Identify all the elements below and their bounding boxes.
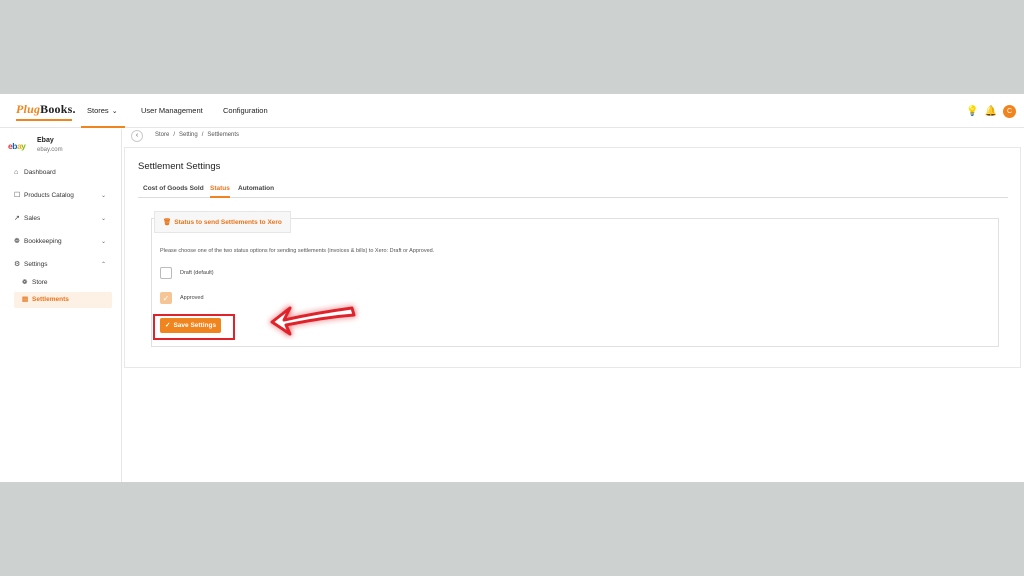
gear-icon: ❁	[22, 279, 28, 286]
section-description: Please choose one of the two status opti…	[160, 248, 435, 254]
sidebar: ebay Ebay ebay.com ⌂ Dashboard ☐ Products …	[0, 129, 122, 482]
store-name: Ebay	[37, 137, 54, 144]
settings-card: Settlement Settings Cost of Goods Sold S…	[124, 147, 1021, 368]
tab-bar: Cost of Goods Sold Status Automation	[138, 182, 1008, 198]
ebay-logo: ebay	[8, 141, 26, 151]
top-navbar: PlugBooks. Stores ⌄ User Management Confi…	[0, 94, 1024, 128]
tab-status[interactable]: Status	[210, 182, 230, 198]
breadcrumb: Store / Setting / Settlements	[155, 132, 240, 138]
sidebar-item-sales[interactable]: ↗ Sales ⌄	[14, 212, 112, 226]
breadcrumb-store[interactable]: Store	[155, 132, 169, 138]
sidebar-item-dashboard[interactable]: ⌂ Dashboard	[14, 166, 112, 180]
sidebar-subitem-settlements[interactable]: ▤ Settlements	[14, 292, 112, 308]
tab-cost-of-goods-sold[interactable]: Cost of Goods Sold	[143, 182, 204, 198]
highlight-box	[153, 314, 235, 340]
nav-stores[interactable]: Stores ⌄	[81, 94, 125, 128]
draft-checkbox[interactable]	[160, 267, 172, 279]
back-button[interactable]: ‹	[131, 130, 143, 142]
section-title: 🗑 Status to send Settlements to Xero	[154, 211, 291, 233]
chevron-down-icon: ⌄	[100, 239, 106, 245]
pointer-arrow-icon	[270, 306, 356, 336]
calendar-icon: 🗑	[163, 219, 172, 226]
box-icon: ☐	[14, 192, 21, 199]
store-header: ebay Ebay ebay.com	[8, 137, 118, 157]
approved-label: Approved	[180, 295, 204, 301]
settings-icon: ⚙	[14, 261, 21, 268]
page-title: Settlement Settings	[138, 161, 221, 172]
app-window: PlugBooks. Stores ⌄ User Management Confi…	[0, 94, 1024, 482]
breadcrumb-setting[interactable]: Setting	[179, 132, 198, 138]
gear-cog-icon: ❁	[14, 238, 20, 245]
chevron-down-icon: ⌄	[111, 108, 118, 115]
check-icon: ✓	[162, 294, 170, 303]
nav-user-management[interactable]: User Management	[141, 94, 203, 128]
chevron-left-icon: ‹	[135, 132, 139, 139]
draft-label: Draft (default)	[180, 270, 214, 276]
nav-configuration[interactable]: Configuration	[223, 94, 268, 128]
sidebar-item-products-catalog[interactable]: ☐ Products Catalog ⌄	[14, 189, 112, 203]
chevron-up-icon: ⌃	[100, 262, 106, 268]
bell-icon[interactable]: 🔔	[985, 106, 997, 117]
chart-icon: ↗	[14, 215, 20, 222]
chevron-down-icon: ⌄	[100, 193, 106, 199]
store-domain: ebay.com	[37, 147, 63, 153]
user-avatar[interactable]: C	[1003, 104, 1016, 118]
lightbulb-icon[interactable]: 💡	[966, 106, 978, 117]
plugbooks-logo[interactable]: PlugBooks.	[16, 102, 76, 121]
tab-automation[interactable]: Automation	[238, 182, 274, 198]
sidebar-subitem-store[interactable]: ❁ Store	[20, 275, 112, 291]
breadcrumb-settlements: Settlements	[207, 132, 240, 138]
home-icon: ⌂	[14, 169, 19, 176]
document-icon: ▤	[22, 296, 29, 303]
top-icons: 💡 🔔 C	[966, 103, 1016, 119]
approved-checkbox[interactable]: ✓	[160, 292, 172, 304]
sidebar-item-bookkeeping[interactable]: ❁ Bookkeeping ⌄	[14, 235, 112, 249]
sidebar-item-settings[interactable]: ⚙ Settings ⌃	[14, 258, 112, 272]
chevron-down-icon: ⌄	[100, 216, 106, 222]
